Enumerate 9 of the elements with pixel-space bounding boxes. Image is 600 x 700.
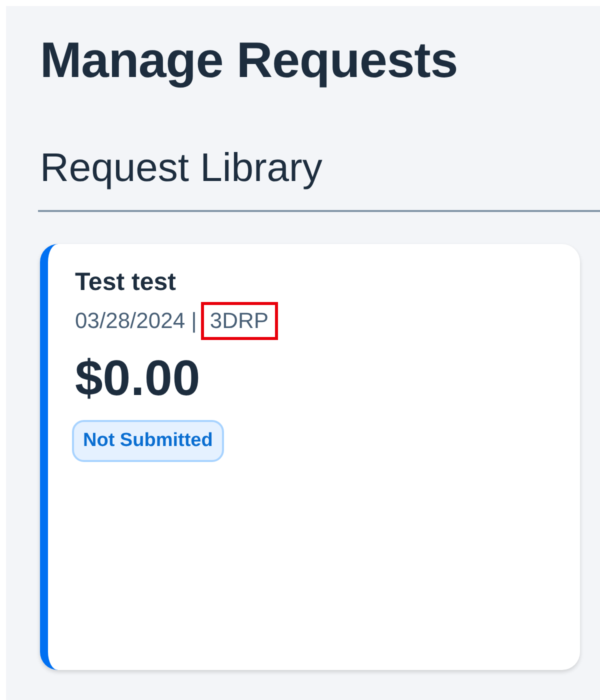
request-card[interactable]: Test test 03/28/2024 | 3DRP $0.00 Not Submitted xyxy=(40,244,580,670)
status-badge: Not Submitted xyxy=(72,420,224,462)
request-date: 03/28/2024 xyxy=(75,307,186,335)
request-amount: $0.00 xyxy=(75,349,200,408)
request-name: Test test xyxy=(75,267,176,298)
separator: | xyxy=(191,307,197,335)
page-title: Manage Requests xyxy=(40,31,459,90)
section-title: Request Library xyxy=(40,145,322,192)
request-code: 3DRP xyxy=(200,302,278,340)
